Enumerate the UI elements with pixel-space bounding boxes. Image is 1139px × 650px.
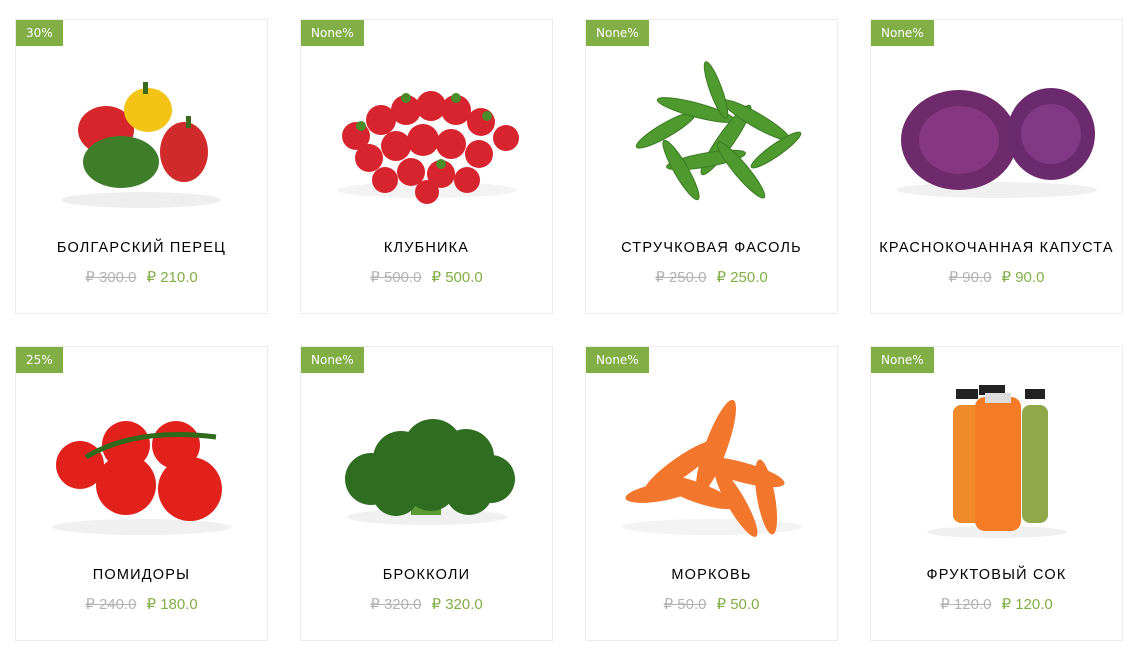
old-price: ₽ 500.0 xyxy=(370,269,422,286)
sale-price: ₽ 90.0 xyxy=(1001,269,1045,286)
sale-price: ₽ 250.0 xyxy=(716,269,768,286)
product-prices: ₽ 250.0 ₽ 250.0 xyxy=(586,268,837,286)
product-title[interactable]: МОРКОВЬ xyxy=(586,567,837,583)
product-prices: ₽ 320.0 ₽ 320.0 xyxy=(301,595,552,613)
fruit-juice-image[interactable] xyxy=(871,367,1124,547)
product-title[interactable]: ПОМИДОРЫ xyxy=(16,567,267,583)
product-title[interactable]: ФРУКТОВЫЙ СОК xyxy=(871,567,1122,583)
product-card-fruit-juice[interactable]: None% ФРУКТОВЫЙ СОК ₽ 120.0 ₽ 120.0 xyxy=(870,346,1123,641)
carrots-image[interactable] xyxy=(586,367,839,547)
product-prices: ₽ 90.0 ₽ 90.0 xyxy=(871,268,1122,286)
sale-price: ₽ 320.0 xyxy=(431,596,483,613)
product-prices: ₽ 120.0 ₽ 120.0 xyxy=(871,595,1122,613)
sale-price: ₽ 210.0 xyxy=(146,269,198,286)
product-prices: ₽ 300.0 ₽ 210.0 xyxy=(16,268,267,286)
product-card-carrots[interactable]: None% МОРКОВЬ ₽ 50.0 ₽ 50.0 xyxy=(585,346,838,641)
product-prices: ₽ 500.0 ₽ 500.0 xyxy=(301,268,552,286)
product-card-green-beans[interactable]: None% СТРУЧКОВАЯ ФАСОЛЬ ₽ 250.0 ₽ 250.0 xyxy=(585,19,838,314)
product-grid: 30% БОЛГАРСКИЙ ПЕРЕЦ ₽ 300.0 ₽ 210.0 None… xyxy=(15,19,1125,643)
sale-price: ₽ 180.0 xyxy=(146,596,198,613)
product-card-bell-pepper[interactable]: 30% БОЛГАРСКИЙ ПЕРЕЦ ₽ 300.0 ₽ 210.0 xyxy=(15,19,268,314)
product-card-broccoli[interactable]: None% БРОККОЛИ ₽ 320.0 ₽ 320.0 xyxy=(300,346,553,641)
product-card-strawberry[interactable]: None% КЛУБНИКА ₽ 500.0 ₽ 500.0 xyxy=(300,19,553,314)
product-title[interactable]: БОЛГАРСКИЙ ПЕРЕЦ xyxy=(16,240,267,256)
old-price: ₽ 320.0 xyxy=(370,596,422,613)
red-cabbage-image[interactable] xyxy=(871,40,1124,220)
product-title[interactable]: БРОККОЛИ xyxy=(301,567,552,583)
product-title[interactable]: СТРУЧКОВАЯ ФАСОЛЬ xyxy=(586,240,837,256)
old-price: ₽ 250.0 xyxy=(655,269,707,286)
strawberries-image[interactable] xyxy=(301,40,554,220)
product-title[interactable]: КЛУБНИКА xyxy=(301,240,552,256)
product-card-tomatoes[interactable]: 25% ПОМИДОРЫ ₽ 240.0 ₽ 180.0 xyxy=(15,346,268,641)
old-price: ₽ 50.0 xyxy=(663,596,707,613)
bell-peppers-image[interactable] xyxy=(16,40,269,220)
broccoli-image[interactable] xyxy=(301,367,554,547)
old-price: ₽ 90.0 xyxy=(948,269,992,286)
product-title[interactable]: КРАСНОКОЧАННАЯ КАПУСТА xyxy=(871,240,1122,256)
product-card-red-cabbage[interactable]: None% КРАСНОКОЧАННАЯ КАПУСТА ₽ 90.0 ₽ 90.… xyxy=(870,19,1123,314)
tomatoes-image[interactable] xyxy=(16,367,269,547)
sale-price: ₽ 50.0 xyxy=(716,596,760,613)
sale-price: ₽ 120.0 xyxy=(1001,596,1053,613)
green-beans-image[interactable] xyxy=(586,40,839,220)
old-price: ₽ 300.0 xyxy=(85,269,137,286)
old-price: ₽ 120.0 xyxy=(940,596,992,613)
old-price: ₽ 240.0 xyxy=(85,596,137,613)
product-prices: ₽ 240.0 ₽ 180.0 xyxy=(16,595,267,613)
sale-price: ₽ 500.0 xyxy=(431,269,483,286)
product-prices: ₽ 50.0 ₽ 50.0 xyxy=(586,595,837,613)
